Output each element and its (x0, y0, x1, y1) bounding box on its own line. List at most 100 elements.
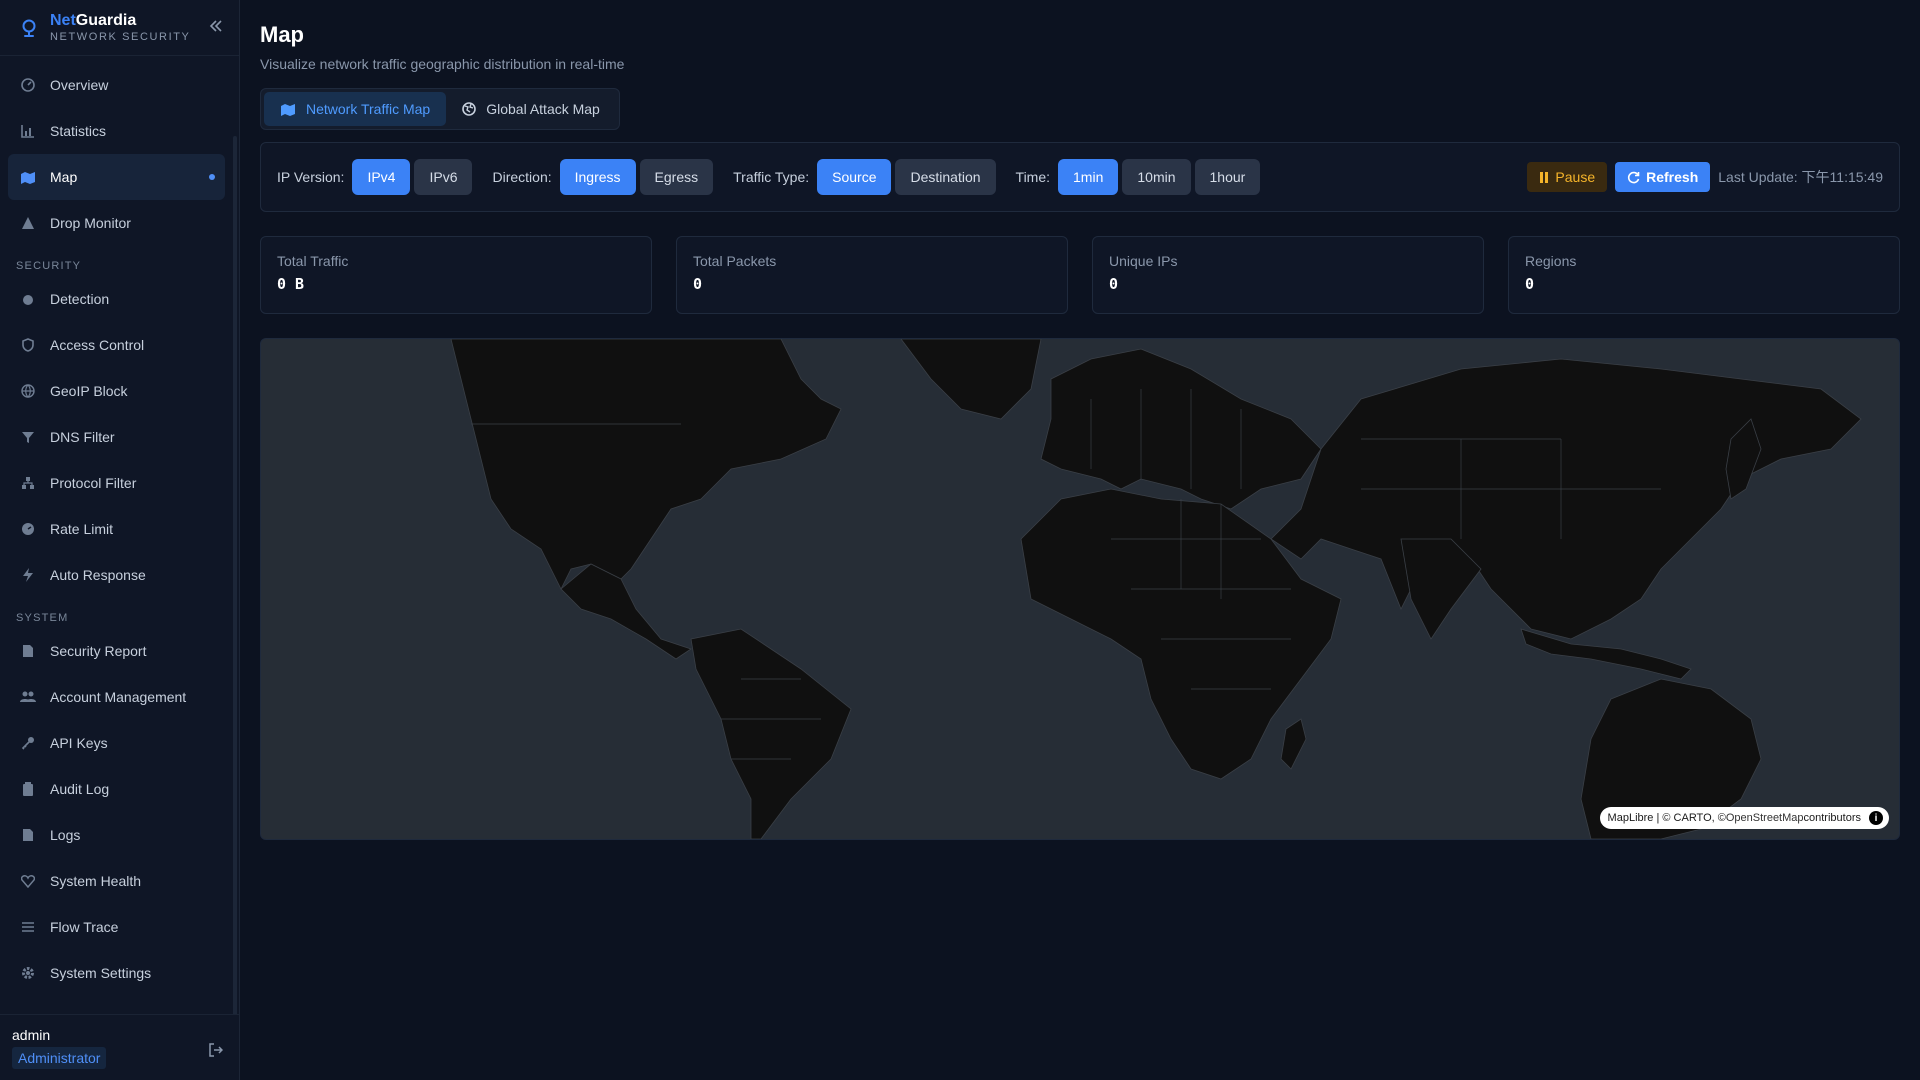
continent-greenland (900, 339, 1042, 420)
user-role-badge: Administrator (12, 1047, 107, 1069)
map-attribution: MapLibre | © CARTO, © OpenStreetMap cont… (1599, 807, 1889, 829)
sidebar-item-audit-log[interactable]: Audit Log (8, 766, 225, 812)
info-icon[interactable]: i (1869, 811, 1883, 825)
stat-card-total-packets: Total Packets 0 (676, 236, 1068, 314)
sidebar-item-system-health[interactable]: System Health (8, 858, 225, 904)
time-1hour-button[interactable]: 1hour (1194, 159, 1261, 195)
filter-traffic-type: Traffic Type: Source Destination (733, 159, 999, 195)
pause-icon (1539, 171, 1549, 183)
document-icon (20, 827, 36, 843)
active-indicator-dot (209, 174, 215, 180)
stat-value: 0 (693, 275, 703, 293)
refresh-label: Refresh (1646, 169, 1699, 185)
continent-europe (1040, 348, 1322, 510)
world-map[interactable]: MapLibre | © CARTO, © OpenStreetMap cont… (260, 338, 1900, 840)
sidebar-item-map[interactable]: Map (8, 154, 225, 200)
section-label-security: SECURITY (16, 260, 82, 272)
pause-label: Pause (1555, 169, 1596, 185)
stat-label: Total Traffic (277, 253, 349, 269)
ipv4-button[interactable]: IPv4 (352, 159, 411, 195)
sidebar-item-label: GeoIP Block (50, 383, 128, 399)
stat-value: 0 B (277, 275, 305, 293)
stat-card-total-traffic: Total Traffic 0 B (260, 236, 652, 314)
sidebar-item-geoip-block[interactable]: GeoIP Block (8, 368, 225, 414)
sidebar-item-logs[interactable]: Logs (8, 812, 225, 858)
sidebar-item-detection[interactable]: Detection (8, 276, 225, 322)
pause-button[interactable]: Pause (1527, 162, 1608, 192)
sidebar-item-label: Access Control (50, 337, 145, 353)
sidebar-item-label: Map (50, 169, 78, 185)
osm-link[interactable]: OpenStreetMap (1726, 812, 1804, 824)
key-icon (20, 735, 36, 751)
sidebar-item-statistics[interactable]: Statistics (8, 108, 225, 154)
clipboard-icon (20, 781, 36, 797)
sidebar-item-system-settings[interactable]: System Settings (8, 950, 225, 996)
brand-text: NetGuardia NETWORK SECURITY (50, 12, 209, 44)
file-report-icon (20, 643, 36, 659)
brand-name-net: Net (50, 11, 76, 29)
gauge-icon (20, 521, 36, 537)
continent-south-america (690, 628, 852, 839)
tab-label: Global Attack Map (486, 101, 600, 117)
filter-direction: Direction: Ingress Egress (492, 159, 717, 195)
sidebar-item-label: Audit Log (50, 781, 110, 797)
logout-icon[interactable] (209, 1043, 224, 1060)
filter-label: Time: (1015, 169, 1051, 185)
sidebar-item-overview[interactable]: Overview (8, 62, 225, 108)
filter-label: Direction: (492, 169, 552, 185)
app-root: NetGuardia NETWORK SECURITY Overview Sta… (0, 0, 1920, 1080)
sidebar-item-api-keys[interactable]: API Keys (8, 720, 225, 766)
ipv6-button[interactable]: IPv6 (414, 159, 473, 195)
sidebar-item-flow-trace[interactable]: Flow Trace (8, 904, 225, 950)
time-10min-button[interactable]: 10min (1122, 159, 1191, 195)
tab-global-attack-map[interactable]: Global Attack Map (446, 92, 616, 126)
sidebar-item-label: Flow Trace (50, 919, 119, 935)
section-label-system: SYSTEM (16, 612, 69, 624)
sidebar-item-label: DNS Filter (50, 429, 115, 445)
map-icon (20, 169, 36, 185)
sidebar-item-auto-response[interactable]: Auto Response (8, 552, 225, 598)
source-button[interactable]: Source (817, 159, 892, 195)
users-icon (20, 689, 36, 705)
sidebar-item-account-management[interactable]: Account Management (8, 674, 225, 720)
brand-subtitle: NETWORK SECURITY (50, 30, 191, 43)
sidebar: NetGuardia NETWORK SECURITY Overview Sta… (0, 0, 240, 1080)
sidebar-item-label: API Keys (50, 735, 108, 751)
dashboard-icon (20, 77, 36, 93)
filter-label: IP Version: (277, 169, 345, 185)
sidebar-item-security-report[interactable]: Security Report (8, 628, 225, 674)
continent-indonesia (1520, 628, 1692, 680)
stat-label: Regions (1525, 253, 1577, 269)
shield-icon (20, 337, 36, 353)
sidebar-item-access-control[interactable]: Access Control (8, 322, 225, 368)
world-map-land (450, 339, 1862, 839)
main-content: Map Visualize network traffic geographic… (240, 0, 1920, 1080)
page-subtitle: Visualize network traffic geographic dis… (260, 56, 625, 72)
user-name: admin (12, 1027, 51, 1043)
list-icon (20, 919, 36, 935)
ingress-button[interactable]: Ingress (559, 159, 636, 195)
sidebar-item-protocol-filter[interactable]: Protocol Filter (8, 460, 225, 506)
stats-row: Total Traffic 0 B Total Packets 0 Unique… (260, 236, 1900, 314)
continent-central-america (560, 563, 692, 660)
time-1min-button[interactable]: 1min (1058, 159, 1119, 195)
sidebar-item-rate-limit[interactable]: Rate Limit (8, 506, 225, 552)
destination-button[interactable]: Destination (895, 159, 996, 195)
user-panel: admin Administrator (0, 1014, 239, 1080)
refresh-button[interactable]: Refresh (1615, 162, 1711, 192)
lightning-icon (20, 567, 36, 583)
sidebar-item-label: Statistics (50, 123, 107, 139)
filter-label: Traffic Type: (733, 169, 810, 185)
sidebar-item-label: Auto Response (50, 567, 146, 583)
sidebar-item-label: Detection (50, 291, 110, 307)
filter-time: Time: 1min 10min 1hour (1016, 159, 1265, 195)
sidebar-item-drop-monitor[interactable]: Drop Monitor (8, 200, 225, 246)
brand-header: NetGuardia NETWORK SECURITY (0, 0, 239, 56)
sidebar-scrollbar[interactable] (233, 136, 237, 1014)
collapse-sidebar-icon[interactable] (209, 17, 223, 38)
logo-icon (18, 17, 40, 39)
tab-network-traffic-map[interactable]: Network Traffic Map (264, 92, 447, 126)
sidebar-item-label: Logs (50, 827, 81, 843)
sidebar-item-dns-filter[interactable]: DNS Filter (8, 414, 225, 460)
egress-button[interactable]: Egress (639, 159, 714, 195)
